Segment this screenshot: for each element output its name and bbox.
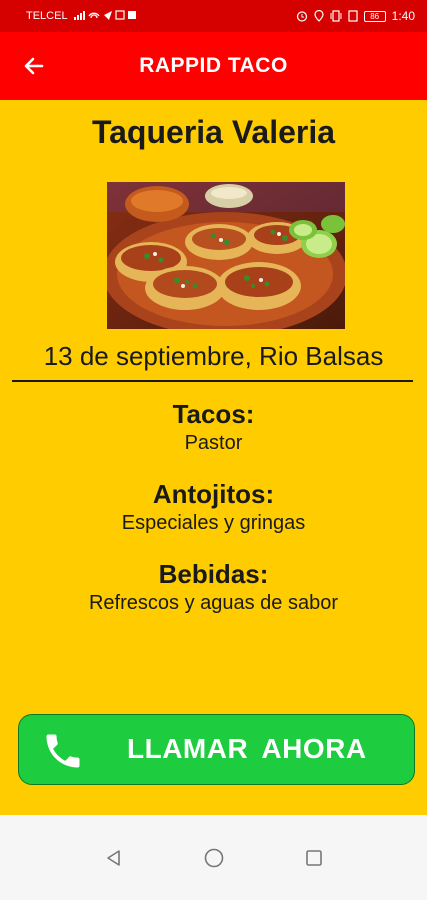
nav-home-button[interactable]	[199, 843, 229, 873]
main-content: Taqueria Valeria 13 de septiembre, Rio B…	[0, 100, 427, 815]
phone-icon	[46, 734, 80, 768]
restaurant-name: Taqueria Valeria	[91, 114, 336, 150]
status-left: TELCEL	[26, 9, 138, 23]
back-button[interactable]	[18, 50, 50, 82]
battery-indicator: 86	[363, 10, 386, 22]
circle-home-icon	[204, 848, 223, 867]
square-recents-icon	[305, 849, 322, 866]
menu-section-bebidas: Bebidas: Refrescos y aguas de sabor	[0, 559, 427, 616]
triangle-back-icon	[106, 849, 120, 866]
tacos-photo	[107, 182, 345, 329]
call-button-label: LLAMAR AHORA	[127, 733, 367, 764]
menu-heading: Antojitos:	[152, 479, 275, 509]
menu-detail: Pastor	[184, 432, 243, 454]
nav-recents-button[interactable]	[299, 843, 329, 873]
sim-icon	[348, 10, 358, 22]
app-title: RAPPID TACO	[139, 54, 288, 77]
divider	[12, 380, 413, 382]
menu-section-tacos: Tacos: Pastor	[0, 399, 427, 456]
app-bar: RAPPID TACO	[0, 32, 427, 100]
menu-heading: Tacos:	[172, 399, 255, 429]
alarm-icon	[296, 11, 307, 22]
menu-detail: Refrescos y aguas de sabor	[88, 592, 339, 614]
menu-heading: Bebidas:	[158, 559, 269, 589]
signal-icons	[73, 9, 138, 23]
status-bar: TELCEL 86 1:40	[0, 0, 427, 32]
clock: 1:40	[391, 9, 415, 23]
menu-detail: Especiales y gringas	[121, 512, 306, 534]
system-nav-bar	[0, 815, 427, 900]
location-icon	[314, 10, 324, 22]
date-place: 13 de septiembre, Rio Balsas	[43, 341, 384, 371]
call-now-button[interactable]: LLAMAR AHORA	[18, 714, 415, 785]
carrier-label: TELCEL	[26, 10, 68, 22]
nav-back-button[interactable]	[99, 843, 129, 873]
status-right: 86 1:40	[296, 9, 415, 23]
arrow-left-icon	[24, 57, 44, 75]
menu-section-antojitos: Antojitos: Especiales y gringas	[0, 479, 427, 536]
vibrate-icon	[330, 10, 342, 22]
